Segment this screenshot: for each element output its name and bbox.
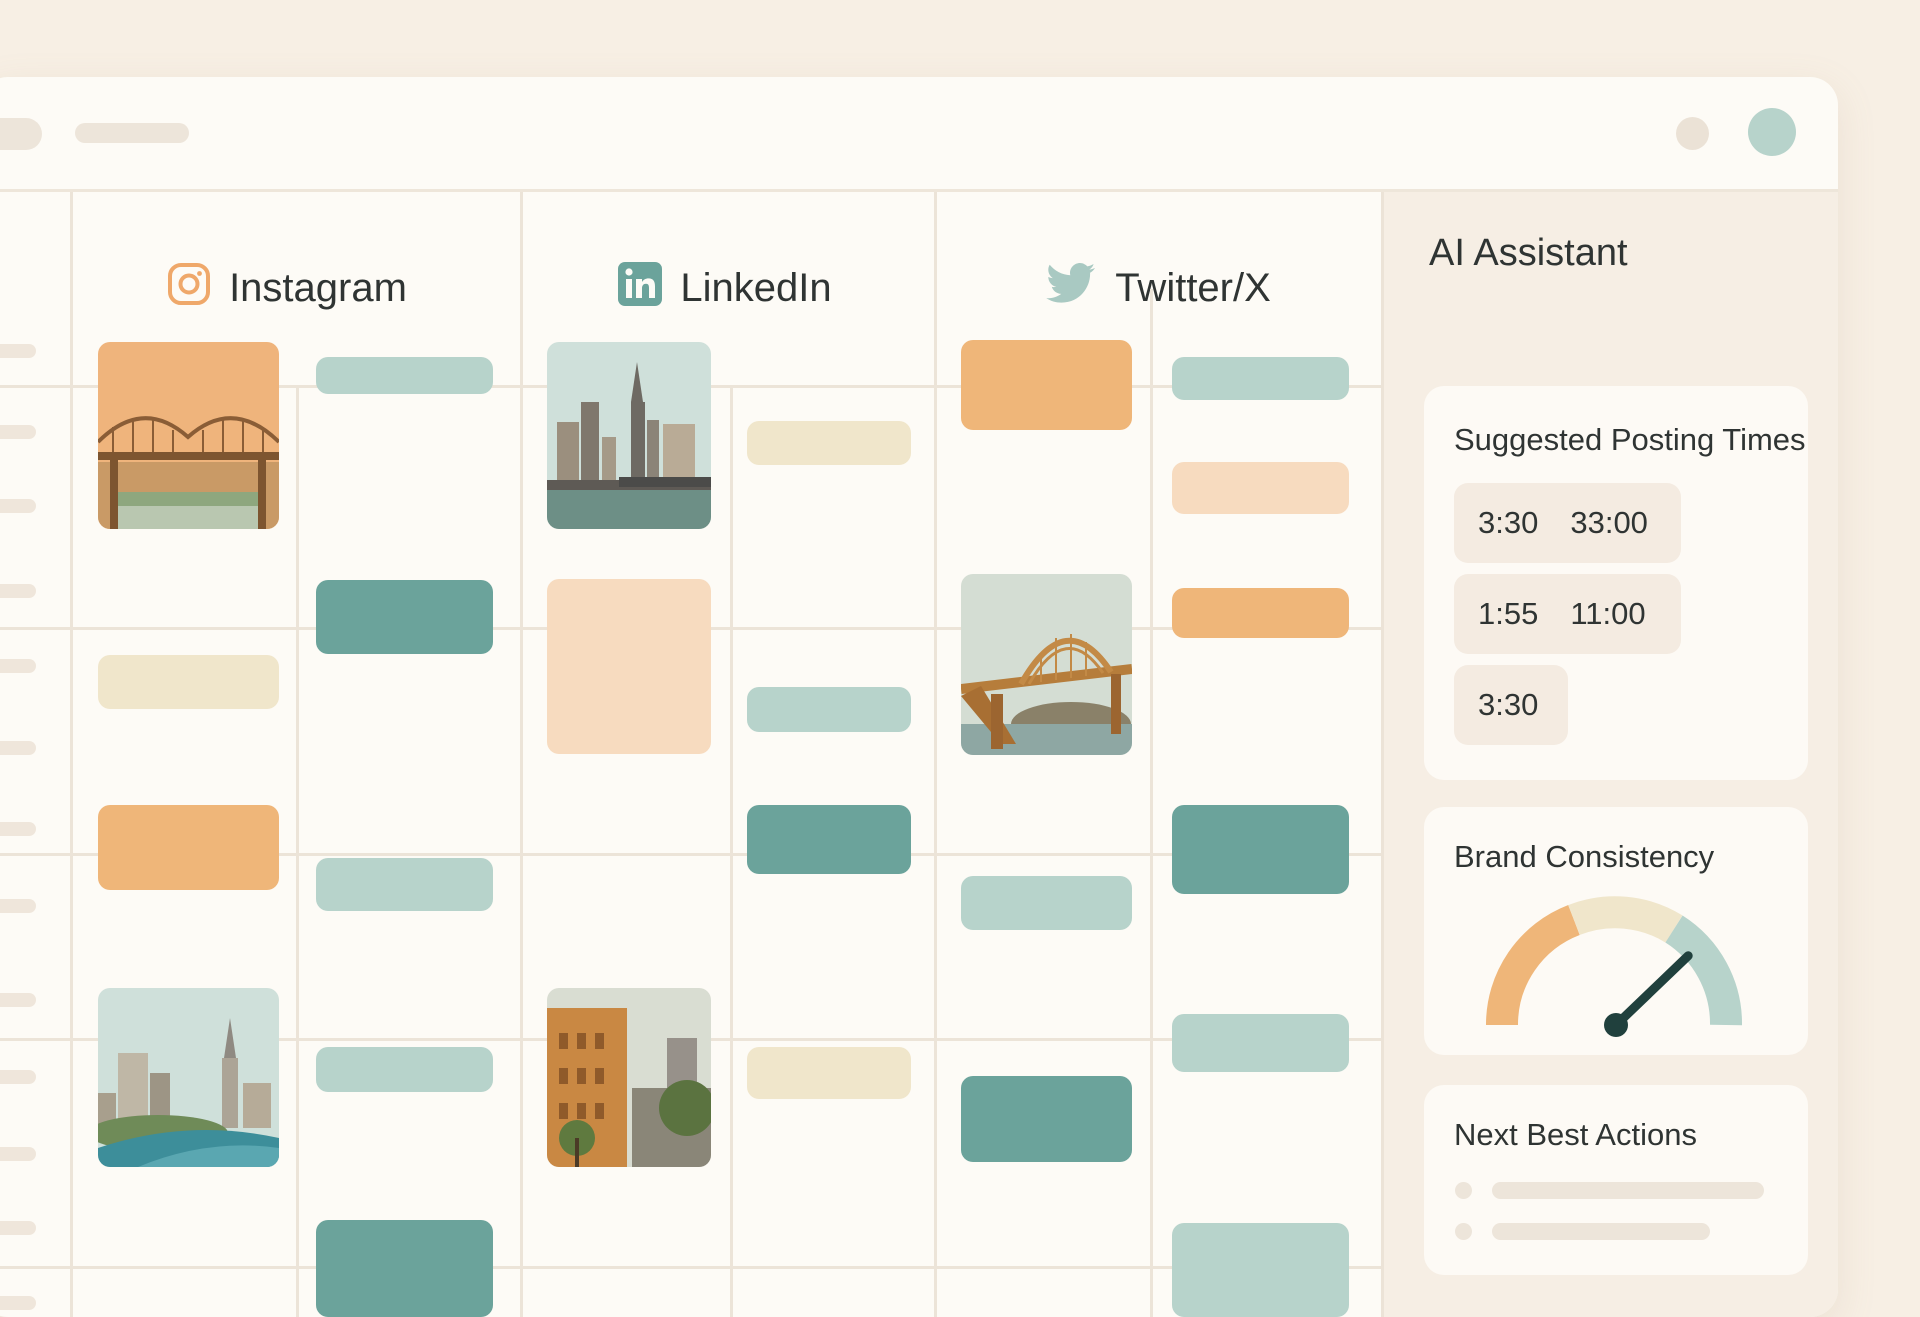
ai-assistant-panel: AI Assistant Suggested Posting Times 3:3… xyxy=(1381,192,1838,1317)
action-bullet xyxy=(1455,1182,1472,1199)
action-bullet xyxy=(1455,1223,1472,1240)
post-image-buildings[interactable] xyxy=(547,988,711,1167)
top-bar xyxy=(0,77,1838,192)
post-card[interactable] xyxy=(316,580,493,654)
time-label-placeholder xyxy=(0,822,36,836)
post-card[interactable] xyxy=(1172,1223,1349,1317)
post-card[interactable] xyxy=(316,1220,493,1317)
time-slot-start: 3:30 xyxy=(1478,687,1539,722)
column-divider xyxy=(520,192,523,1317)
time-slot-start: 3:30 xyxy=(1478,505,1539,540)
action-item-placeholder[interactable] xyxy=(1492,1223,1710,1240)
time-label-placeholder xyxy=(0,899,36,913)
post-card[interactable] xyxy=(547,579,711,754)
time-slot-chip[interactable]: 3:30 xyxy=(1454,665,1568,745)
time-slot-start: 1:55 xyxy=(1478,596,1539,631)
time-label-placeholder xyxy=(0,425,36,439)
post-image-skyline-river[interactable] xyxy=(98,988,279,1167)
next-best-actions-title: Next Best Actions xyxy=(1454,1117,1697,1152)
post-card[interactable] xyxy=(961,340,1132,430)
time-slot-chip[interactable]: 1:55 11:00 xyxy=(1454,574,1681,654)
time-label-placeholder xyxy=(0,993,36,1007)
app-window: Instagram LinkedIn Twitter/X AI Assistan… xyxy=(0,77,1838,1317)
post-card[interactable] xyxy=(1172,1014,1349,1072)
linkedin-icon xyxy=(618,261,663,316)
gauge-hub xyxy=(1604,1013,1628,1037)
post-card[interactable] xyxy=(961,1076,1132,1162)
next-best-actions-card: Next Best Actions xyxy=(1424,1085,1808,1275)
time-slot-chip[interactable]: 3:30 33:00 xyxy=(1454,483,1681,563)
post-image-city-skyline[interactable] xyxy=(547,342,711,529)
time-slot-end: 33:00 xyxy=(1570,505,1648,540)
post-card[interactable] xyxy=(747,805,911,874)
post-card[interactable] xyxy=(747,1047,911,1099)
column-divider xyxy=(1150,289,1153,1317)
post-image-bridge[interactable] xyxy=(98,342,279,529)
time-label-placeholder xyxy=(0,1221,36,1235)
back-pill[interactable] xyxy=(0,118,42,150)
gauge-segment-low xyxy=(1485,905,1581,1026)
twitter-icon xyxy=(1045,262,1097,316)
post-card[interactable] xyxy=(1172,357,1349,400)
column-divider xyxy=(70,192,73,1317)
post-card[interactable] xyxy=(316,858,493,911)
gauge-segment-mid xyxy=(1568,896,1683,943)
post-card[interactable] xyxy=(747,687,911,732)
post-image-arch-bridge[interactable] xyxy=(961,574,1132,755)
assistant-title: AI Assistant xyxy=(1429,232,1628,274)
brand-consistency-card: Brand Consistency xyxy=(1424,807,1808,1055)
time-label-placeholder xyxy=(0,659,36,673)
post-card[interactable] xyxy=(1172,588,1349,638)
brand-consistency-gauge xyxy=(1485,896,1743,1037)
action-item-placeholder[interactable] xyxy=(1492,1182,1764,1199)
time-label-placeholder xyxy=(0,499,36,513)
column-label: Instagram xyxy=(229,266,407,310)
instagram-icon xyxy=(167,262,211,316)
column-divider xyxy=(730,385,733,1317)
title-placeholder xyxy=(75,123,189,143)
post-card[interactable] xyxy=(747,421,911,465)
column-label: LinkedIn xyxy=(680,266,832,310)
time-label-placeholder xyxy=(0,741,36,755)
time-slot-end: 11:00 xyxy=(1570,596,1646,631)
suggested-times-title: Suggested Posting Times xyxy=(1454,422,1806,457)
user-avatar[interactable] xyxy=(1748,108,1796,156)
post-card[interactable] xyxy=(316,357,493,394)
post-card[interactable] xyxy=(98,655,279,709)
post-card[interactable] xyxy=(1172,462,1349,514)
post-card[interactable] xyxy=(1172,805,1349,894)
post-card[interactable] xyxy=(961,876,1132,930)
column-label: Twitter/X xyxy=(1115,266,1271,310)
time-label-placeholder xyxy=(0,1070,36,1084)
column-divider xyxy=(296,385,299,1317)
time-label-placeholder xyxy=(0,1147,36,1161)
time-label-placeholder xyxy=(0,344,36,358)
gauge-needle xyxy=(1611,951,1693,1030)
time-label-placeholder xyxy=(0,584,36,598)
post-card[interactable] xyxy=(316,1047,493,1092)
notification-dot[interactable] xyxy=(1676,117,1709,150)
time-label-placeholder xyxy=(0,1296,36,1310)
gauge-segment-high xyxy=(1664,915,1743,1026)
post-card[interactable] xyxy=(98,805,279,890)
suggested-times-card: Suggested Posting Times 3:30 33:00 1:55 … xyxy=(1424,386,1808,780)
column-divider xyxy=(934,192,937,1317)
